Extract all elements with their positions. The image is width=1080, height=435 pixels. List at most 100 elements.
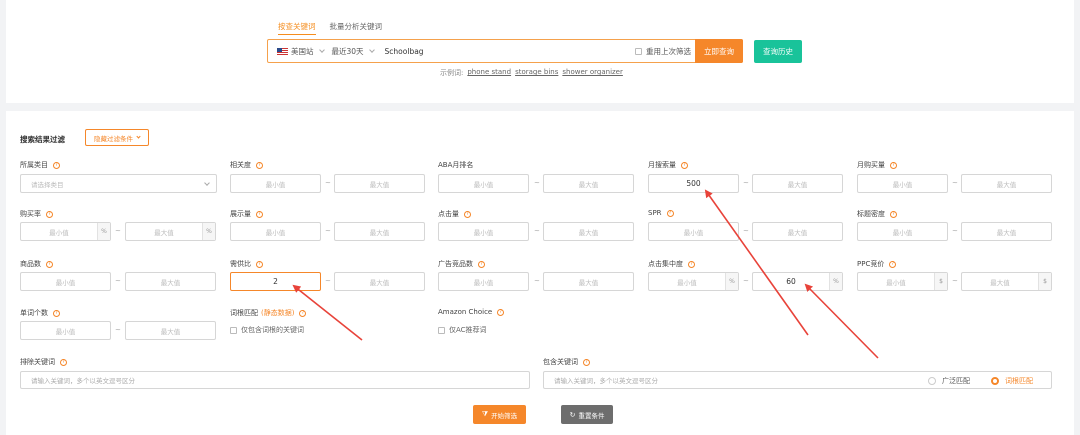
clicks-min-input[interactable]: 最小值: [438, 222, 529, 241]
label-text: 广告竞品数: [438, 260, 473, 268]
help-icon[interactable]: ?: [46, 260, 53, 268]
impressions-min-input[interactable]: 最小值: [230, 222, 321, 241]
help-icon[interactable]: ?: [53, 309, 60, 317]
value: 60: [786, 277, 796, 286]
static-data-tag: (静态数据): [261, 309, 295, 317]
broad-match-radio[interactable]: 广泛匹配: [928, 376, 970, 386]
ppc-bid-min-input[interactable]: 最小值 $: [857, 272, 948, 291]
aba-rank-max-input[interactable]: 最大值: [543, 174, 634, 193]
help-icon[interactable]: ?: [688, 260, 695, 268]
period-select[interactable]: 最近30天: [332, 46, 364, 57]
label-category: 所属类目?: [20, 160, 60, 170]
label-text: 展示量: [230, 210, 251, 218]
help-icon[interactable]: ?: [497, 308, 505, 316]
checkbox-label: 仅包含词根的关键词: [241, 326, 304, 334]
label-click-concentration: 点击集中度?: [648, 259, 695, 269]
aba-rank-min-input[interactable]: 最小值: [438, 174, 529, 193]
help-icon[interactable]: ?: [299, 309, 307, 317]
ad-products-min-input[interactable]: 最小值: [438, 272, 529, 291]
checkbox-icon: [635, 47, 642, 55]
impressions-max-input[interactable]: 最大值: [334, 222, 425, 241]
click-concentration-min-input[interactable]: 最小值%: [648, 272, 739, 291]
range-separator: ~: [952, 227, 958, 235]
ppc-bid-max-input[interactable]: 最大值 $: [961, 272, 1052, 291]
example-link[interactable]: storage bins: [515, 68, 558, 78]
help-icon[interactable]: ?: [256, 161, 263, 169]
include-keywords-input[interactable]: 请输入关键词，多个以英文逗号区分: [543, 371, 1052, 389]
help-icon[interactable]: ?: [890, 161, 897, 169]
dollar-unit: $: [1038, 273, 1051, 290]
query-button[interactable]: 立即查询: [695, 39, 743, 63]
label-text: 相关度: [230, 161, 251, 169]
hide-filters-button[interactable]: 隐藏过滤条件: [85, 129, 149, 146]
example-link[interactable]: shower organizer: [562, 68, 623, 78]
monthly-purchase-min-input[interactable]: 最小值: [857, 174, 948, 193]
help-icon[interactable]: ?: [478, 260, 485, 268]
example-link[interactable]: phone stand: [467, 68, 511, 78]
tab-keyword-search[interactable]: 按查关键词: [278, 21, 316, 35]
purchase-rate-min-input[interactable]: 最小值%: [20, 222, 111, 241]
label-monthly-purchase: 月购买量?: [857, 160, 897, 170]
supply-demand-min-input[interactable]: 2: [230, 272, 321, 291]
amazon-choice-checkbox[interactable]: 仅AC推荐词: [438, 325, 487, 335]
help-icon[interactable]: ?: [681, 161, 688, 169]
reset-filter-button[interactable]: ↻ 重置条件: [561, 405, 613, 424]
help-icon[interactable]: ?: [890, 210, 897, 218]
history-button[interactable]: 查询历史: [754, 40, 802, 63]
start-filter-button[interactable]: ⧩ 开始筛选: [473, 405, 526, 424]
checkbox-icon: [230, 326, 237, 334]
category-select[interactable]: 请选择类目: [20, 174, 217, 193]
exclude-keywords-input[interactable]: 请输入关键词，多个以英文逗号区分: [20, 371, 530, 389]
monthly-search-min-input[interactable]: 500: [648, 174, 739, 193]
monthly-purchase-max-input[interactable]: 最大值: [961, 174, 1052, 193]
label-product-count: 商品数?: [20, 259, 53, 269]
range-separator: ~: [115, 227, 121, 235]
help-icon[interactable]: ?: [889, 260, 897, 268]
label-text: 商品数: [20, 260, 41, 268]
range-separator: ~: [534, 227, 540, 235]
label-text: 排除关键词: [20, 358, 55, 366]
range-separator: ~: [325, 227, 331, 235]
keyword-input[interactable]: Schoolbag: [385, 47, 635, 56]
reuse-filter-checkbox[interactable]: 重用上次筛选: [635, 46, 691, 57]
help-icon[interactable]: ?: [60, 358, 67, 366]
help-icon[interactable]: ?: [583, 358, 590, 366]
chevron-down-icon: [136, 134, 141, 139]
product-count-max-input[interactable]: 最大值: [125, 272, 216, 291]
us-flag-icon: [277, 47, 288, 55]
placeholder: 最小值: [49, 228, 69, 237]
help-icon[interactable]: ?: [46, 210, 53, 218]
supply-demand-max-input[interactable]: 最大值: [334, 272, 425, 291]
ad-products-max-input[interactable]: 最大值: [543, 272, 634, 291]
relevance-min-input[interactable]: 最小值: [230, 174, 321, 193]
title-density-min-input[interactable]: 最小值: [857, 222, 948, 241]
click-concentration-max-input[interactable]: 60%: [752, 272, 843, 291]
help-icon[interactable]: ?: [464, 210, 471, 218]
label-exclude-keywords: 排除关键词?: [20, 357, 67, 367]
product-count-min-input[interactable]: 最小值: [20, 272, 111, 291]
help-icon[interactable]: ?: [666, 209, 674, 217]
clicks-max-input[interactable]: 最大值: [543, 222, 634, 241]
word-count-min-input[interactable]: 最小值: [20, 321, 111, 340]
tab-batch-analysis[interactable]: 批量分析关键词: [330, 21, 383, 35]
label-text: SPR: [648, 209, 662, 217]
spr-max-input[interactable]: 最大值: [752, 222, 843, 241]
range-separator: ~: [115, 326, 121, 334]
root-match-checkbox[interactable]: 仅包含词根的关键词: [230, 325, 304, 335]
marketplace-select[interactable]: 美国站: [291, 46, 314, 57]
monthly-search-max-input[interactable]: 最大值: [752, 174, 843, 193]
chevron-down-icon: [368, 47, 375, 53]
help-icon[interactable]: ?: [256, 260, 263, 268]
spr-min-input[interactable]: 最小值: [648, 222, 739, 241]
help-icon[interactable]: ?: [53, 161, 60, 169]
word-count-max-input[interactable]: 最大值: [125, 321, 216, 340]
relevance-max-input[interactable]: 最大值: [334, 174, 425, 193]
help-icon[interactable]: ?: [256, 210, 263, 218]
label-text: 点击量: [438, 210, 459, 218]
root-match-radio[interactable]: 词根匹配: [991, 376, 1033, 386]
example-keywords: 示例词: phone stand storage bins shower org…: [440, 68, 623, 78]
label-text: ABA月排名: [438, 161, 474, 169]
title-density-max-input[interactable]: 最大值: [961, 222, 1052, 241]
purchase-rate-max-input[interactable]: 最大值%: [125, 222, 216, 241]
range-separator: ~: [952, 179, 958, 187]
